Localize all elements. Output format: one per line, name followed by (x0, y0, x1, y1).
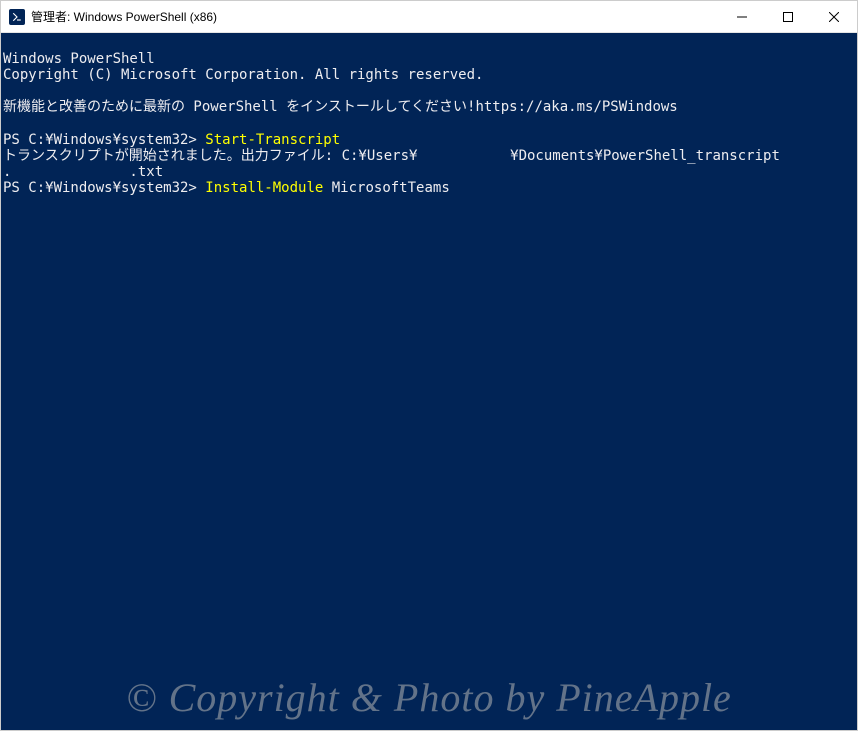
maximize-icon (783, 12, 793, 22)
powershell-icon (9, 9, 25, 25)
minimize-icon (737, 12, 747, 22)
terminal-line: トランスクリプトが開始されました。出力ファイル: C:¥Users¥ ¥Docu… (3, 148, 780, 164)
window-title: 管理者: Windows PowerShell (x86) (31, 8, 719, 25)
command-arg: MicrosoftTeams (323, 180, 449, 196)
prompt: PS C:¥Windows¥system32> (3, 180, 205, 196)
terminal-line: Windows PowerShell (3, 51, 155, 67)
terminal-content[interactable]: Windows PowerShell Copyright (C) Microso… (1, 33, 857, 730)
terminal-line: PS C:¥Windows¥system32> Start-Transcript (3, 132, 340, 148)
prompt: PS C:¥Windows¥system32> (3, 132, 205, 148)
close-button[interactable] (811, 1, 857, 32)
command: Start-Transcript (205, 132, 340, 148)
close-icon (829, 12, 839, 22)
window-controls (719, 1, 857, 32)
maximize-button[interactable] (765, 1, 811, 32)
titlebar[interactable]: 管理者: Windows PowerShell (x86) (1, 1, 857, 33)
terminal-line: PS C:¥Windows¥system32> Install-Module M… (3, 180, 450, 196)
terminal-line: 新機能と改善のために最新の PowerShell をインストールしてください!h… (3, 99, 678, 115)
terminal-line: Copyright (C) Microsoft Corporation. All… (3, 67, 483, 83)
terminal-line: . .txt (3, 164, 163, 180)
minimize-button[interactable] (719, 1, 765, 32)
command: Install-Module (205, 180, 323, 196)
powershell-window: 管理者: Windows PowerShell (x86) Windows Po… (0, 0, 858, 731)
